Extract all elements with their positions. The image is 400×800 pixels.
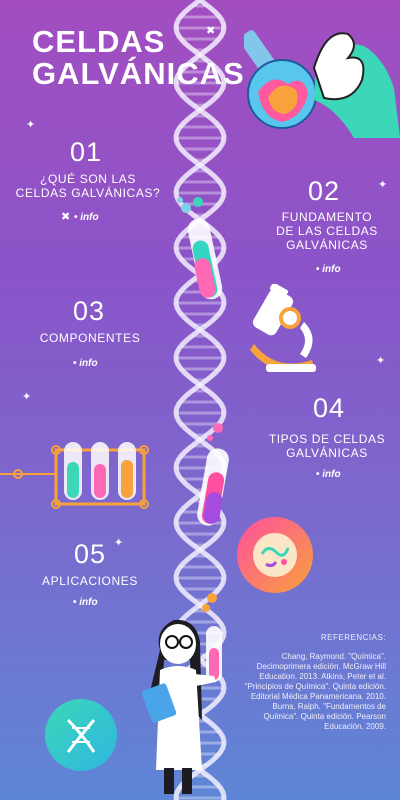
sparkle-icon: ✦ xyxy=(378,179,388,191)
test-tube-icon xyxy=(197,423,229,526)
references-block: REFERENCIAS: Chang, Raymond. "Química". … xyxy=(236,633,386,732)
section-05-label: APLICACIONES xyxy=(42,574,138,588)
section-04-number: 04 xyxy=(313,393,346,423)
section-02-info-link[interactable]: info xyxy=(316,264,340,275)
title-line-2: GALVÁNICAS xyxy=(32,56,245,91)
microscope-icon xyxy=(250,284,316,372)
sparkle-icon: ✖ xyxy=(61,211,71,223)
section-01-info-link[interactable]: info xyxy=(74,212,98,223)
section-03-label: COMPONENTES xyxy=(39,331,141,345)
section-02-label: FUNDAMENTO DE LAS CELDAS GALVÁNICAS xyxy=(276,210,378,252)
section-02-number: 02 xyxy=(308,176,341,206)
test-tube-rack-icon xyxy=(0,442,149,509)
test-tube-icon xyxy=(177,197,223,300)
section-05-number: 05 xyxy=(74,539,107,569)
scientist-illustration xyxy=(141,593,222,794)
section-01-number: 01 xyxy=(70,137,103,167)
references-heading: REFERENCIAS: xyxy=(320,633,386,642)
section-01-label: ¿QUÉ SON LAS CELDAS GALVÁNICAS? xyxy=(15,172,161,200)
flask-hand-icon xyxy=(244,30,400,138)
bacteria-petri-icon xyxy=(237,517,313,593)
section-03-number: 03 xyxy=(73,296,106,326)
dna-badge-icon xyxy=(45,699,117,771)
sparkle-icon: ✦ xyxy=(114,537,124,549)
section-04-label: TIPOS DE CELDAS GALVÁNICAS xyxy=(268,432,386,460)
infographic-page: CELDAS GALVÁNICAS 01 ¿QUÉ SON LAS CELDAS… xyxy=(0,0,400,800)
section-03-info-link[interactable]: info xyxy=(73,358,97,369)
section-05-info-link[interactable]: info xyxy=(73,597,97,608)
section-04-info-link[interactable]: info xyxy=(316,469,340,480)
sparkle-icon: ✦ xyxy=(376,355,386,367)
sparkle-icon: ✦ xyxy=(26,119,36,131)
references-text: Chang, Raymond. "Química". Decimoprimera… xyxy=(244,652,386,731)
sparkle-icon: ✖ xyxy=(206,25,216,37)
sparkle-icon: ✦ xyxy=(22,391,32,403)
